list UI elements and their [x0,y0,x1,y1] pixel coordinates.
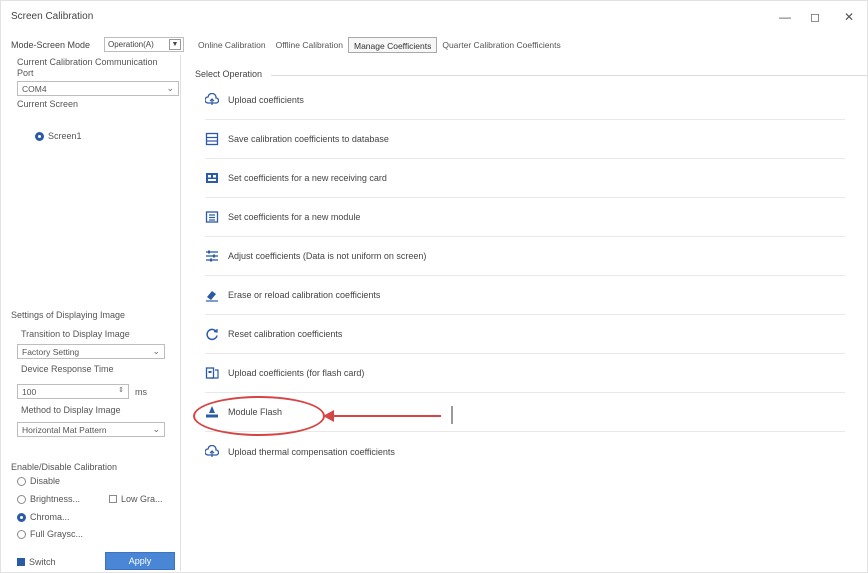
text-cursor-icon [451,406,453,424]
mode-select[interactable]: Operation(A) ▼ [104,37,184,52]
stepper-icon: ⇕ [118,387,124,394]
tab-quarter-calibration[interactable]: Quarter Calibration Coefficients [437,37,565,53]
option-chroma-label: Chroma... [30,512,70,522]
radio-icon [17,529,26,539]
op-reset-coefficients[interactable]: Reset calibration coefficients [205,315,845,354]
enable-calibration-title: Enable/Disable Calibration [11,462,118,472]
response-time-input[interactable]: 100 ⇕ [17,384,129,399]
option-low-gray-label: Low Gra... [121,494,163,504]
op-label: Upload thermal compensation coefficients [228,446,395,457]
annotation-arrow-line [331,415,441,417]
tab-offline-calibration[interactable]: Offline Calibration [271,37,348,53]
title-bar: Screen Calibration — ◻ ✕ [1,1,867,31]
op-label: Save calibration coefficients to databas… [228,134,389,144]
chevron-down-icon: ▼ [169,39,181,50]
comm-port-label: Current Calibration Communication Port [17,57,158,78]
response-time-unit: ms [135,387,147,397]
calibration-window: Screen Calibration — ◻ ✕ Mode-Screen Mod… [0,0,868,573]
method-label: Method to Display Image [21,405,121,415]
option-low-gray[interactable]: Low Gra... [109,494,163,504]
eraser-icon [205,288,219,302]
option-disable[interactable]: Disable [17,476,60,486]
minimize-button[interactable]: — [771,7,799,27]
display-settings-title: Settings of Displaying Image [11,310,126,320]
tab-strip: Online Calibration Offline Calibration M… [193,37,566,53]
op-label: Upload coefficients [228,95,304,105]
checkbox-icon [109,495,117,503]
op-save-to-database[interactable]: Save calibration coefficients to databas… [205,120,845,159]
option-full-grayscale-label: Full Graysc... [30,529,84,539]
toolbar: Mode-Screen Mode Operation(A) ▼ Online C… [1,35,867,55]
highlight-ellipse [193,396,325,436]
method-select[interactable]: Horizontal Mat Pattern ⌄ [17,422,165,437]
comm-port-value: COM4 [22,84,47,94]
upload-thermal-icon [205,444,219,459]
method-value: Horizontal Mat Pattern [22,425,107,435]
radio-icon [17,494,26,504]
op-upload-thermal[interactable]: Upload thermal compensation coefficients [205,432,845,471]
chevron-down-icon: ⌄ [152,424,160,434]
left-panel: Current Calibration Communication Port C… [9,55,181,571]
flash-card-icon [205,366,219,380]
database-save-icon [205,132,219,146]
op-adjust-coefficients[interactable]: Adjust coefficients (Data is not uniform… [205,237,845,276]
maximize-button[interactable]: ◻ [801,7,829,27]
receiving-card-icon [205,171,219,185]
radio-icon [17,476,26,486]
annotation-arrow-head-icon [323,410,334,422]
mode-select-value: Operation(A) [108,40,154,49]
adjust-sliders-icon [205,249,219,263]
radio-selected-icon [35,131,44,141]
current-screen-label: Current Screen [17,99,79,109]
op-new-module[interactable]: Set coefficients for a new module [205,198,845,237]
option-brightness[interactable]: Brightness... [17,494,80,504]
chevron-down-icon: ⌄ [152,346,160,356]
comm-port-select[interactable]: COM4 ⌄ [17,81,179,96]
response-time-value: 100 [22,387,37,397]
reset-icon [205,327,219,341]
checkbox-checked-icon [17,558,25,566]
option-full-grayscale[interactable]: Full Graysc... [17,529,83,539]
transition-value: Factory Setting [22,347,80,357]
tab-manage-coefficients[interactable]: Manage Coefficients [348,37,438,53]
minimize-icon: — [779,10,791,24]
option-disable-label: Disable [30,476,61,486]
apply-button[interactable]: Apply [105,552,175,570]
close-button[interactable]: ✕ [835,7,863,27]
module-icon [205,210,219,224]
op-upload-flash-card[interactable]: Upload coefficients (for flash card) [205,354,845,393]
radio-selected-icon [17,512,26,522]
chevron-down-icon: ⌄ [166,83,174,93]
option-switch-label: Switch [29,557,56,567]
screen-option-label: Screen1 [48,131,82,141]
window-title: Screen Calibration [11,11,94,22]
option-brightness-label: Brightness... [30,494,81,504]
option-chroma[interactable]: Chroma... [17,512,70,522]
op-label: Erase or reload calibration coefficients [228,290,381,300]
tab-online-calibration[interactable]: Online Calibration [193,37,271,53]
op-label: Set coefficients for a new receiving car… [228,173,387,183]
op-erase-reload[interactable]: Erase or reload calibration coefficients [205,276,845,315]
upload-cloud-icon [205,93,219,107]
option-switch[interactable]: Switch [17,557,56,567]
op-upload-coefficients[interactable]: Upload coefficients [205,81,845,120]
close-icon: ✕ [843,10,855,24]
op-label: Upload coefficients (for flash card) [228,368,365,378]
screen-option[interactable]: Screen1 [35,131,82,141]
mode-label: Mode-Screen Mode [11,40,91,50]
section-divider [271,75,867,76]
operations-panel: Select Operation Upload coefficients Sav… [191,55,867,571]
response-time-label: Device Response Time [21,364,114,374]
op-label: Set coefficients for a new module [228,212,361,222]
op-label: Reset calibration coefficients [228,329,343,339]
op-new-receiving-card[interactable]: Set coefficients for a new receiving car… [205,159,845,198]
section-title: Select Operation [195,69,267,79]
transition-label: Transition to Display Image [21,329,130,339]
maximize-icon: ◻ [810,10,820,24]
transition-select[interactable]: Factory Setting ⌄ [17,344,165,359]
op-label: Adjust coefficients (Data is not uniform… [228,251,427,261]
